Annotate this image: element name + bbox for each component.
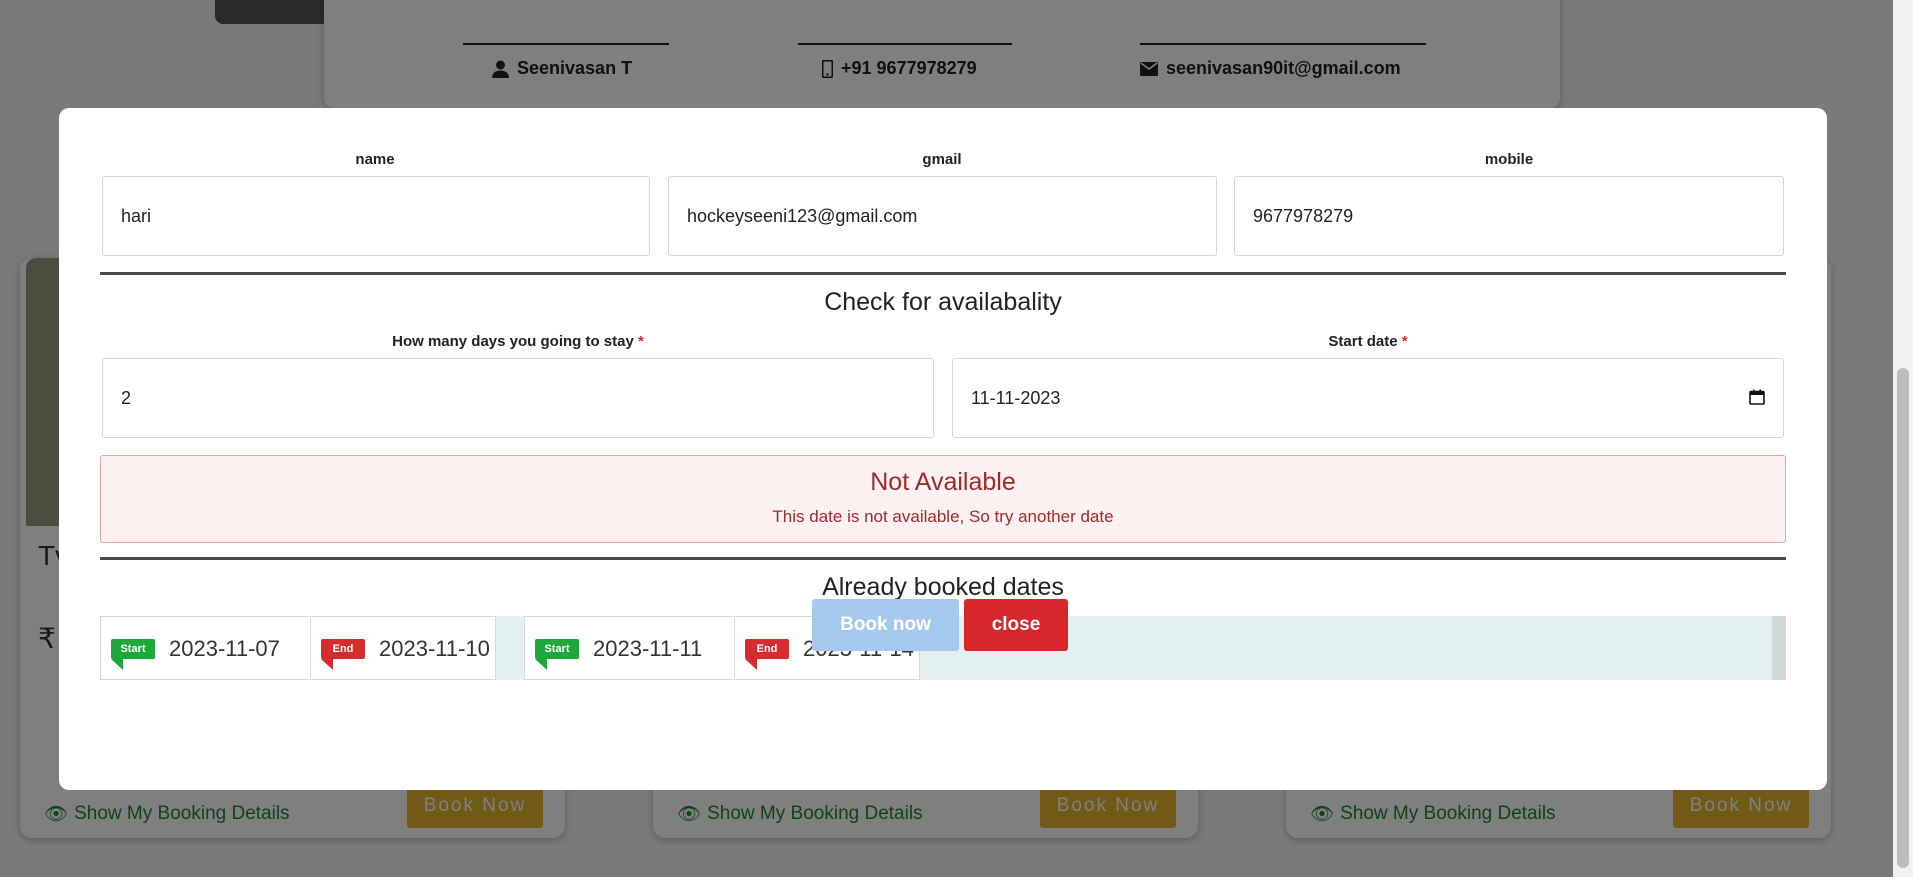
gmail-field[interactable]: hockeyseeni123@gmail.com — [668, 176, 1217, 256]
required-marker: * — [638, 333, 644, 350]
start-date: 2023-11-11 — [593, 636, 703, 661]
range-start: Start 2023-11-11 — [525, 617, 735, 679]
start-tag: Start — [535, 639, 579, 670]
horizontal-scrollbar[interactable] — [1772, 616, 1786, 680]
start-date: 2023-11-07 — [169, 636, 280, 661]
booked-dates-title: Already booked dates — [822, 573, 1064, 601]
name-field[interactable]: hari — [102, 176, 650, 256]
days-field[interactable]: 2 — [102, 358, 934, 438]
section-divider — [100, 272, 1786, 275]
mobile-field[interactable]: 9677978279 — [1234, 176, 1784, 256]
availability-title: Check for availabality — [824, 288, 1062, 316]
range-end: End 2023-11-10 — [311, 617, 495, 679]
end-tag: End — [745, 639, 789, 670]
scrollbar-thumb[interactable] — [1897, 368, 1909, 868]
start-date-field[interactable]: 11-11-2023 — [952, 358, 1784, 438]
end-date: 2023-11-10 — [379, 636, 490, 661]
not-available-alert: Not Available This date is not available… — [100, 455, 1786, 543]
start-date-label: Start date * — [1328, 333, 1408, 350]
alert-message: This date is not available, So try anoth… — [772, 507, 1114, 526]
start-tag: Start — [111, 639, 155, 670]
page-scrollbar[interactable] — [1893, 0, 1913, 877]
booking-modal: name gmail mobile hari hockeyseeni123@gm… — [59, 108, 1827, 790]
alert-title: Not Available — [870, 468, 1016, 496]
name-label: name — [355, 151, 395, 168]
close-button[interactable]: close — [964, 599, 1068, 651]
gmail-label: gmail — [922, 151, 962, 168]
days-label: How many days you going to stay * — [392, 333, 644, 350]
section-divider — [100, 557, 1786, 560]
end-tag: End — [321, 639, 365, 670]
book-now-button[interactable]: Book now — [812, 599, 959, 651]
booked-range: Start 2023-11-07 End 2023-11-10 — [100, 616, 496, 680]
calendar-icon[interactable] — [1749, 389, 1765, 405]
mobile-label: mobile — [1484, 151, 1534, 168]
required-marker: * — [1401, 333, 1408, 350]
range-start: Start 2023-11-07 — [101, 617, 311, 679]
